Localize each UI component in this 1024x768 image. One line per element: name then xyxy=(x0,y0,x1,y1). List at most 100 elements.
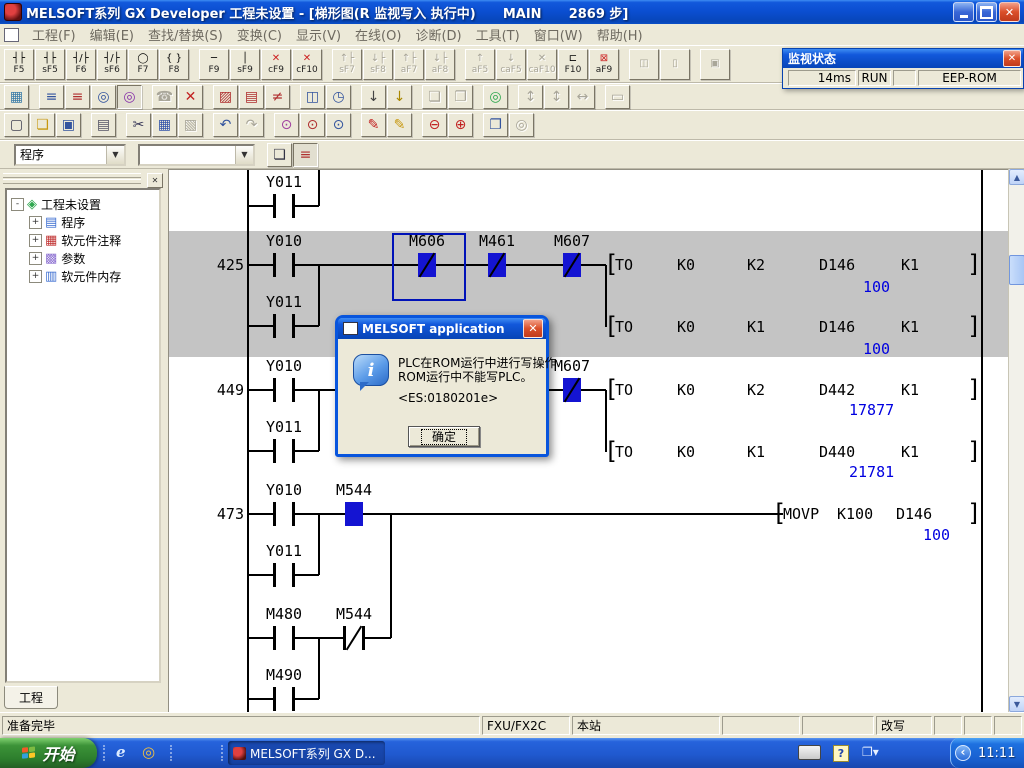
tool-partial-execution[interactable]: ≠ xyxy=(265,85,290,109)
tree-expand-box[interactable]: + xyxy=(29,252,42,265)
tree-expand-box[interactable]: + xyxy=(29,216,42,229)
instruction-text[interactable]: K1 xyxy=(747,443,765,461)
keyboard-layout-icon[interactable] xyxy=(798,745,821,760)
contact-Y011[interactable] xyxy=(273,194,276,218)
contact-Y011[interactable] xyxy=(273,439,276,463)
menu-item-diagnostics[interactable]: 诊断(D) xyxy=(408,23,468,46)
quick-launch-icon[interactable]: ◎ xyxy=(142,743,155,761)
chevron-down-icon[interactable]: ▼ xyxy=(106,146,124,164)
instruction-text[interactable]: K1 xyxy=(901,256,919,274)
tool-find[interactable]: ⊙ xyxy=(274,113,299,137)
tool-aF8[interactable]: ↓├aF8 xyxy=(425,49,455,80)
tree-item-device-comment[interactable]: +▦软元件注释 xyxy=(7,231,159,249)
tree-expand-box[interactable]: + xyxy=(29,270,42,283)
instruction-text[interactable]: K1 xyxy=(901,318,919,336)
contact-Y011[interactable] xyxy=(273,563,276,587)
tool-sF9[interactable]: │sF9 xyxy=(230,49,260,80)
start-button[interactable]: 开始 xyxy=(0,738,97,768)
dialog-titlebar[interactable]: MELSOFT application ✕ xyxy=(338,318,546,339)
instruction-text[interactable]: TO xyxy=(615,381,633,399)
data-name-combo[interactable]: ▼ xyxy=(138,144,255,166)
instruction-text[interactable]: ] xyxy=(967,376,981,402)
tool-F7[interactable]: ◯F7 xyxy=(128,49,158,80)
monitor-close-button[interactable]: ✕ xyxy=(1003,50,1021,67)
menu-item-online[interactable]: 在线(O) xyxy=(348,23,408,46)
help-tray-icon[interactable]: ? xyxy=(833,745,849,762)
tool-redo[interactable]: ↷ xyxy=(239,113,264,137)
menu-item-help[interactable]: 帮助(H) xyxy=(590,23,650,46)
tool-F6[interactable]: ┤/├F6 xyxy=(66,49,96,80)
tool-caF10[interactable]: ✕caF10 xyxy=(527,49,557,80)
menu-item-convert[interactable]: 变换(C) xyxy=(230,23,289,46)
tool-window-2[interactable]: ❐ xyxy=(448,85,473,109)
tool-program-window[interactable]: ◫ xyxy=(300,85,325,109)
contact-Y011[interactable] xyxy=(292,439,295,463)
tool-comment-3[interactable]: ↔ xyxy=(570,85,595,109)
tool-zoom-in[interactable]: ⊕ xyxy=(448,113,473,137)
contact-Y011[interactable] xyxy=(292,563,295,587)
tool-edit-block[interactable]: ▣ xyxy=(700,49,730,80)
tree-item-project-root[interactable]: -◈工程未设置 xyxy=(7,195,159,213)
contact-M544[interactable] xyxy=(343,626,346,650)
contact-M544[interactable] xyxy=(345,502,363,526)
contact-Y010[interactable] xyxy=(273,378,276,402)
restore-button[interactable] xyxy=(976,2,997,22)
instruction-text[interactable]: K1 xyxy=(747,318,765,336)
tool-F8[interactable]: { }F8 xyxy=(159,49,189,80)
clock[interactable]: 11:11 xyxy=(978,746,1015,761)
instruction-text[interactable]: MOVP xyxy=(783,505,819,523)
tree-item-device-memory[interactable]: +▥软元件内存 xyxy=(7,267,159,285)
tab-project[interactable]: 工程 xyxy=(4,686,58,709)
instruction-text[interactable]: K0 xyxy=(677,381,695,399)
instruction-text[interactable]: TO xyxy=(615,318,633,336)
contact-Y011[interactable] xyxy=(292,194,295,218)
ok-button[interactable]: 确定 xyxy=(408,426,480,447)
close-button[interactable]: ✕ xyxy=(999,2,1020,22)
tool-copy[interactable]: ▦ xyxy=(152,113,177,137)
tool-sF7[interactable]: ↑├sF7 xyxy=(332,49,362,80)
tool-link[interactable]: ◎ xyxy=(509,113,534,137)
tool-test-red[interactable]: ✎ xyxy=(361,113,386,137)
instruction-text[interactable]: D146 xyxy=(896,505,932,523)
contact-Y010[interactable] xyxy=(273,253,276,277)
toolbar-grip[interactable] xyxy=(3,179,141,184)
instruction-text[interactable]: ] xyxy=(967,438,981,464)
restore-tray-icon[interactable]: ❐▾ xyxy=(862,745,879,759)
tool-cF9[interactable]: ✕cF9 xyxy=(261,49,291,80)
mdi-child-icon[interactable] xyxy=(4,28,19,42)
contact-Y010[interactable] xyxy=(273,502,276,526)
instruction-text[interactable]: ] xyxy=(967,313,981,339)
tool-cut[interactable]: ✂ xyxy=(126,113,151,137)
tray-collapse-chevron[interactable]: ‹ xyxy=(955,745,971,761)
tool-find-device[interactable]: ⊙ xyxy=(300,113,325,137)
instruction-text[interactable]: D146 xyxy=(819,256,855,274)
contact-M544[interactable] xyxy=(362,626,365,650)
menu-item-tools[interactable]: 工具(T) xyxy=(469,23,527,46)
tool-monitor-write-mode[interactable]: ◎ xyxy=(117,85,142,109)
instruction-text[interactable]: D146 xyxy=(819,318,855,336)
contact-Y010[interactable] xyxy=(292,378,295,402)
contact-M480[interactable] xyxy=(292,626,295,650)
tool-new[interactable]: ▢ xyxy=(4,113,29,137)
tool-sF8[interactable]: ↓├sF8 xyxy=(363,49,393,80)
chevron-down-icon[interactable]: ▼ xyxy=(235,146,253,164)
tool-monitor-mode[interactable]: ◎ xyxy=(91,85,116,109)
instruction-text[interactable]: D442 xyxy=(819,381,855,399)
tree-item-program[interactable]: +▤程序 xyxy=(7,213,159,231)
dialog-close-button[interactable]: ✕ xyxy=(523,319,543,338)
instruction-text[interactable]: K1 xyxy=(901,443,919,461)
instruction-text[interactable]: K2 xyxy=(747,256,765,274)
monitor-status-titlebar[interactable]: 监视状态 ✕ xyxy=(783,49,1023,68)
vertical-scrollbar[interactable]: ▲ ▼ xyxy=(1008,169,1024,712)
tool-aF7[interactable]: ↑├aF7 xyxy=(394,49,424,80)
instruction-text[interactable]: K2 xyxy=(747,381,765,399)
tool-undo[interactable]: ↶ xyxy=(213,113,238,137)
instruction-text[interactable]: K0 xyxy=(677,443,695,461)
tool-device-test[interactable]: ▨ xyxy=(213,85,238,109)
tool-stop-monitor[interactable]: ✕ xyxy=(178,85,203,109)
tool-project-data-list[interactable]: ❐ xyxy=(483,113,508,137)
tool-comment-1[interactable]: ↕ xyxy=(518,85,543,109)
tree-item-parameter[interactable]: +▩参数 xyxy=(7,249,159,267)
menu-item-window[interactable]: 窗口(W) xyxy=(527,23,590,46)
contact-Y010[interactable] xyxy=(292,253,295,277)
